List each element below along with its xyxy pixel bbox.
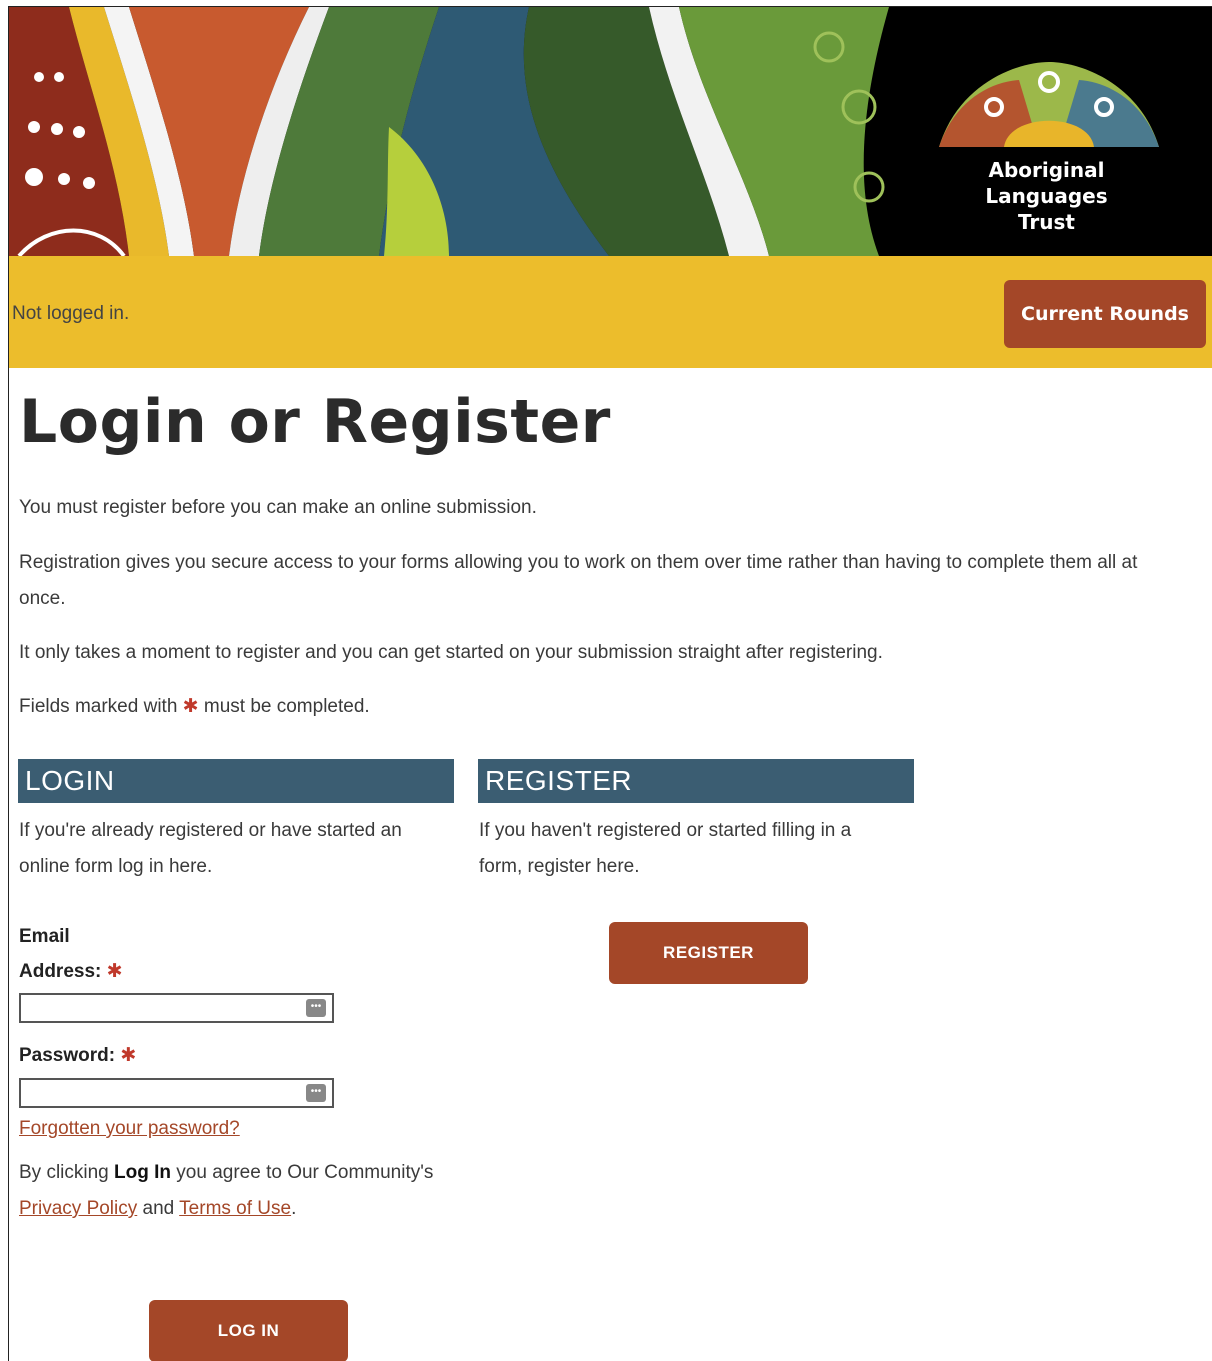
- email-field[interactable]: •••: [19, 993, 334, 1023]
- required-asterisk-icon: ✱: [120, 1045, 137, 1066]
- email-label: Email Address: ✱: [19, 926, 123, 982]
- register-button[interactable]: REGISTER: [609, 922, 808, 984]
- login-description: If you're already registered or have sta…: [19, 820, 402, 877]
- login-section-header: LOGIN: [18, 759, 454, 803]
- register-description: If you haven't registered or started fil…: [479, 820, 852, 877]
- trust-logo-icon: [939, 62, 1159, 147]
- required-fields-note: Fields marked with ✱ must be completed.: [19, 696, 370, 717]
- register-section-header: REGISTER: [478, 759, 914, 803]
- page-title: Login or Register: [19, 387, 611, 457]
- terms-agreement-text: By clicking Log In you agree to Our Comm…: [19, 1162, 434, 1219]
- org-logo-text: Aboriginal Languages Trust: [985, 158, 1108, 234]
- required-asterisk-icon: ✱: [106, 961, 123, 982]
- page-frame: Aboriginal Languages Trust Not logged in…: [8, 6, 1212, 1361]
- privacy-policy-link[interactable]: Privacy Policy: [19, 1198, 137, 1219]
- intro-paragraph-1: You must register before you can make an…: [19, 497, 537, 518]
- terms-of-use-link[interactable]: Terms of Use: [179, 1198, 291, 1219]
- intro-paragraph-2: Registration gives you secure access to …: [19, 552, 1138, 609]
- log-in-button[interactable]: LOG IN: [149, 1300, 348, 1361]
- login-status-text: Not logged in.: [12, 303, 130, 324]
- forgot-password-link[interactable]: Forgotten your password?: [19, 1118, 240, 1139]
- password-field[interactable]: •••: [19, 1078, 334, 1108]
- password-manager-icon[interactable]: •••: [306, 999, 326, 1017]
- required-asterisk-icon: ✱: [182, 696, 199, 717]
- intro-paragraph-3: It only takes a moment to register and y…: [19, 642, 883, 663]
- current-rounds-button[interactable]: Current Rounds: [1004, 280, 1206, 348]
- status-bar: Not logged in. Current Rounds: [9, 256, 1212, 368]
- password-label: Password: ✱: [19, 1045, 137, 1066]
- header-banner: Aboriginal Languages Trust: [9, 7, 1212, 256]
- password-manager-icon[interactable]: •••: [306, 1084, 326, 1102]
